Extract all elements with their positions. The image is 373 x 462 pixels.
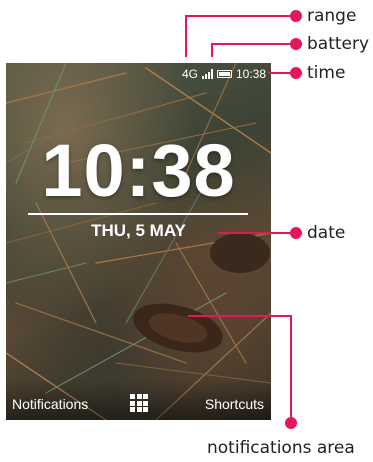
notifications-area-label: notifications area [207,438,355,458]
date-label: date [307,223,346,243]
range-label: range [307,6,357,26]
time-callout-dot [290,67,302,79]
notifications-callout-dot [285,417,297,429]
time-label: time [307,63,346,83]
range-callout-line [185,15,296,57]
notifications-callout-line [188,315,292,423]
battery-callout-dot [290,38,302,50]
range-callout-dot [290,10,302,22]
battery-label: battery [307,34,370,54]
date-callout-dot [290,227,302,239]
battery-callout-line [211,43,296,57]
